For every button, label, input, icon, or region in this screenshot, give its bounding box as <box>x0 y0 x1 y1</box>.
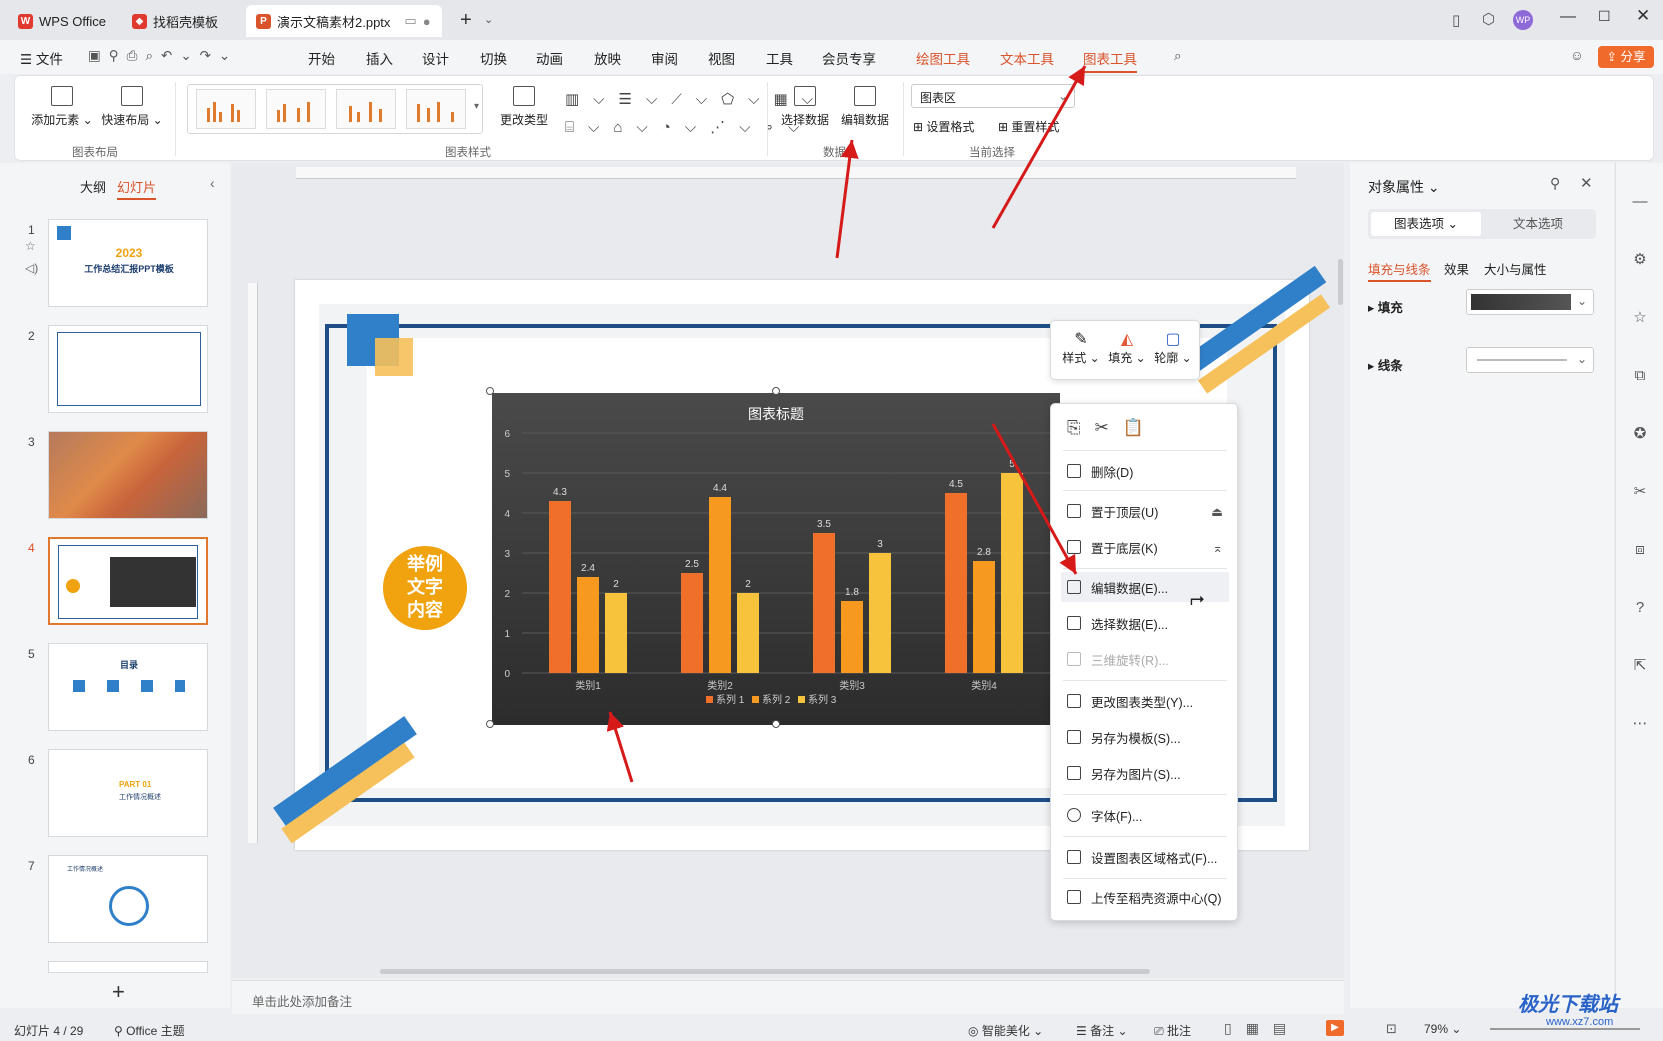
arrow-to-edit-data-menu <box>991 423 1078 575</box>
arrow-to-edit-data <box>835 139 859 259</box>
arrow-to-chart <box>606 711 634 783</box>
annotation-arrows <box>606 65 1087 783</box>
arrow-to-chart-tools <box>991 65 1087 229</box>
